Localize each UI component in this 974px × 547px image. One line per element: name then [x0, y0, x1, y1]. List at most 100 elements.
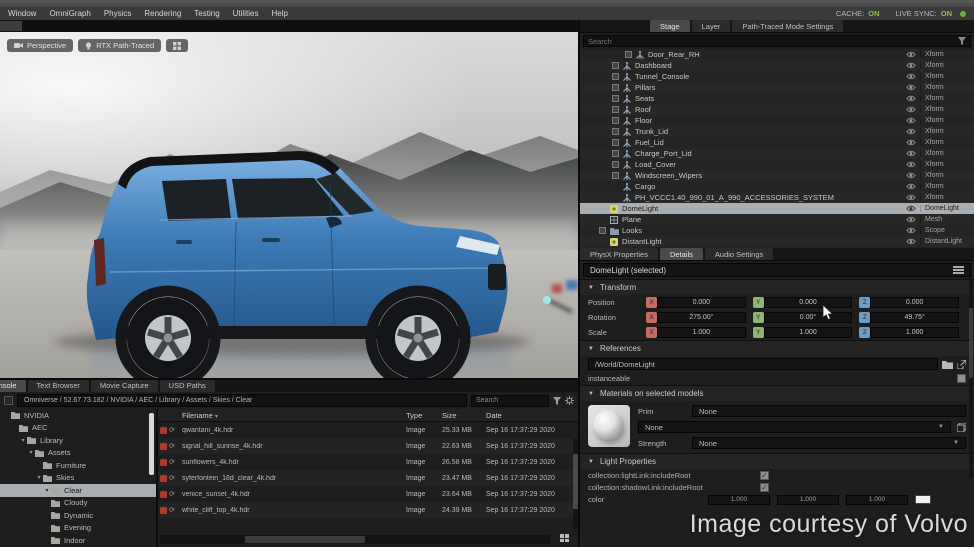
eye-icon[interactable] [906, 84, 916, 91]
thumbnail-view-icon[interactable] [560, 534, 569, 543]
column-size[interactable]: Size [442, 411, 486, 420]
properties-scrollbar[interactable] [969, 278, 973, 478]
chevron-icon[interactable]: ▾ [27, 449, 35, 456]
tab-layer[interactable]: Layer [691, 20, 731, 32]
stage-row-roof[interactable]: Roof Xform [580, 104, 974, 115]
stage-row-seats[interactable]: Seats Xform [580, 93, 974, 104]
tree-item-dynamic[interactable]: Dynamic [0, 509, 156, 522]
tree-item-aec[interactable]: AEC [0, 422, 156, 435]
prim-value-field[interactable]: None [692, 405, 966, 417]
gear-icon[interactable] [565, 396, 574, 405]
viewport-3d[interactable] [0, 32, 578, 391]
light-properties-section-header[interactable]: ▼ Light Properties [580, 453, 974, 469]
eye-icon[interactable] [906, 227, 916, 234]
eye-icon[interactable] [906, 106, 916, 113]
filter-funnel-icon[interactable] [958, 37, 966, 45]
expand-toggle-icon[interactable] [612, 172, 619, 179]
file-row[interactable]: ⟳ sunflowers_4k.hdr Image 26.58 MB Sep 16 17… [158, 454, 578, 470]
stage-row-windscreen_wipers[interactable]: Windscreen_Wipers Xform [580, 170, 974, 181]
expand-toggle-icon[interactable] [612, 106, 619, 113]
tree-item-indoor[interactable]: Indoor [0, 534, 156, 547]
color-b-field[interactable]: 1.000 [846, 494, 908, 505]
filter-funnel-icon[interactable] [553, 396, 561, 405]
eye-icon[interactable] [906, 172, 916, 179]
eye-icon[interactable] [906, 139, 916, 146]
chevron-icon[interactable]: ▾ [43, 487, 51, 494]
eye-icon[interactable] [906, 95, 916, 102]
menu-utilities[interactable]: Utilities [233, 9, 259, 18]
stage-row-pillars[interactable]: Pillars Xform [580, 82, 974, 93]
column-date[interactable]: Date [486, 411, 578, 420]
tree-item-clear[interactable]: ▾ Clear [0, 484, 156, 497]
rotation-y-field[interactable]: 0.00° [763, 312, 853, 323]
expand-toggle-icon[interactable] [625, 51, 632, 58]
rotation-x-field[interactable]: 275.00° [657, 312, 746, 323]
expand-toggle-icon[interactable] [599, 227, 606, 234]
menu-help[interactable]: Help [271, 9, 287, 18]
expand-toggle-icon[interactable] [612, 95, 619, 102]
expand-toggle-icon[interactable] [612, 150, 619, 157]
instanceable-checkbox[interactable] [957, 374, 966, 383]
eye-icon[interactable] [906, 128, 916, 135]
tree-item-nvidia[interactable]: NVIDIA [0, 409, 156, 422]
menu-window[interactable]: Window [8, 9, 36, 18]
tree-item-assets[interactable]: ▾ Assets [0, 447, 156, 460]
stage-row-trunk_lid[interactable]: Trunk_Lid Xform [580, 126, 974, 137]
eye-icon[interactable] [906, 161, 916, 168]
shadow-link-checkbox[interactable] [760, 482, 769, 492]
scale-y-field[interactable]: 1.000 [763, 327, 853, 338]
tree-item-furniture[interactable]: Furniture [0, 459, 156, 472]
tree-item-library[interactable]: ▾ Library [0, 434, 156, 447]
scale-z-field[interactable]: 1.000 [870, 327, 960, 338]
tab-physx-properties[interactable]: PhysX Properties [580, 248, 658, 260]
stage-search-input[interactable] [588, 36, 958, 46]
tree-item-skies[interactable]: ▾ Skies [0, 472, 156, 485]
file-list-scrollbar[interactable] [573, 439, 578, 529]
reference-path-field[interactable]: /World/DomeLight [588, 358, 938, 370]
expand-toggle-icon[interactable] [612, 62, 619, 69]
camera-menu-button[interactable]: Perspective [7, 39, 74, 52]
position-x-field[interactable]: 0.000 [657, 297, 746, 308]
eye-icon[interactable] [906, 183, 916, 190]
strength-dropdown[interactable]: None ▼ [692, 437, 966, 449]
stage-row-distantlight[interactable]: DistantLight DistantLight [580, 236, 974, 247]
chevron-icon[interactable]: ▾ [19, 437, 27, 444]
file-row[interactable]: ⟳ signal_hill_sunrise_4k.hdr Image 22.63 MB… [158, 438, 578, 454]
stage-row-ph_vccc1.40_990_01_a_990_accessories_system[interactable]: PH_VCCC1.40_990_01_A_990_ACCESSORIES_SYS… [580, 192, 974, 203]
stage-row-domelight[interactable]: DomeLight DomeLight [580, 203, 974, 214]
column-type[interactable]: Type [406, 411, 442, 420]
tab-text-browser[interactable]: Text Browser [27, 380, 89, 392]
file-row[interactable]: ⟳ white_cliff_top_4k.hdr Image 24.39 MB Sep … [158, 502, 578, 518]
tab-usd-paths[interactable]: USD Paths [159, 380, 215, 392]
menu-physics[interactable]: Physics [104, 9, 132, 18]
tab-console[interactable]: Console [0, 380, 26, 392]
menu-testing[interactable]: Testing [194, 9, 219, 18]
expand-toggle-icon[interactable] [612, 84, 619, 91]
chevron-icon[interactable]: ▾ [35, 474, 43, 481]
material-dropdown[interactable]: None ▼ [638, 421, 951, 433]
folder-browse-icon[interactable] [942, 360, 953, 369]
expand-toggle-icon[interactable] [612, 161, 619, 168]
light-link-checkbox[interactable] [760, 470, 769, 480]
tab-movie-capture[interactable]: Movie Capture [90, 380, 158, 392]
tree-item-evening[interactable]: Evening [0, 522, 156, 535]
color-g-field[interactable]: 1.000 [777, 494, 839, 505]
browser-search-field[interactable]: Search [471, 394, 549, 407]
expand-toggle-icon[interactable] [612, 117, 619, 124]
material-preview-thumbnail[interactable] [588, 405, 630, 447]
stage-row-fuel_lid[interactable]: Fuel_Lid Xform [580, 137, 974, 148]
stage-row-load_cover[interactable]: Load_Cover Xform [580, 159, 974, 170]
eye-icon[interactable] [906, 216, 916, 223]
color-swatch[interactable] [915, 495, 931, 504]
expand-toggle-icon[interactable] [612, 128, 619, 135]
tab-details[interactable]: Details [659, 248, 703, 260]
horizontal-scrollbar[interactable] [160, 535, 550, 544]
file-row[interactable]: ⟳ syferfontein_18d_clear_4k.hdr Image 23.47… [158, 470, 578, 486]
stage-row-charge_port_lid[interactable]: Charge_Port_Lid Xform [580, 148, 974, 159]
render-mode-button[interactable]: RTX Path-Traced [78, 39, 162, 52]
eye-icon[interactable] [906, 194, 916, 201]
scale-x-field[interactable]: 1.000 [657, 327, 746, 338]
stage-row-door_rear_rh[interactable]: Door_Rear_RH Xform [580, 49, 974, 60]
stage-row-cargo[interactable]: Cargo Xform [580, 181, 974, 192]
stage-row-dashboard[interactable]: Dashboard Xform [580, 60, 974, 71]
